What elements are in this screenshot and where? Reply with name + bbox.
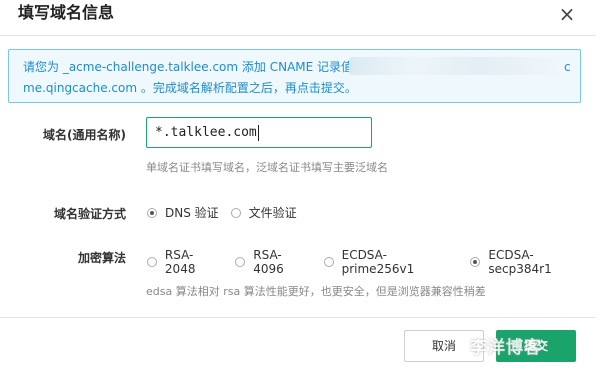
header-divider (0, 35, 596, 36)
algorithm-label: 加密算法 (77, 251, 126, 265)
algorithm-hint: edsa 算法相对 rsa 算法性能更好，也更安全，但是浏览器兼容性稍差 (146, 285, 486, 298)
radio-rsa-2048[interactable]: RSA-2048 (147, 248, 223, 276)
radio-dot-icon (235, 257, 246, 267)
radio-label: DNS 验证 (165, 206, 219, 220)
verify-method-label: 域名验证方式 (53, 207, 126, 221)
radio-label: RSA-2048 (164, 248, 196, 276)
close-icon[interactable]: × (557, 2, 577, 26)
notice-line-2: me.qingcache.com 。完成域名解析配置之后，再点击提交。 (23, 81, 357, 95)
dialog-title: 填写域名信息 (18, 3, 115, 22)
radio-dot-icon (230, 207, 241, 218)
domain-input-value: *.talklee.com (155, 125, 257, 140)
radio-label: RSA-4096 (253, 248, 284, 276)
radio-dot-icon (147, 207, 157, 218)
domain-label: 域名(通用名称) (43, 128, 126, 142)
radio-label: ECDSA-prime256v1 (341, 248, 415, 276)
radio-dns-verify[interactable]: DNS 验证 (147, 204, 219, 221)
radio-dot-icon (323, 257, 334, 267)
radio-file-verify[interactable]: 文件验证 (230, 204, 297, 221)
text-caret (257, 124, 259, 141)
footer-divider (0, 317, 596, 318)
domain-hint: 单域名证书填写域名，泛域名证书填写主要泛域名 (146, 161, 388, 174)
radio-dot-icon (470, 257, 481, 267)
radio-ecdsa-secp384r1[interactable]: ECDSA-secp384r1 (470, 248, 596, 276)
radio-label: 文件验证 (248, 206, 297, 220)
redacted-cname-value (349, 57, 564, 75)
algorithm-group: RSA-2048 RSA-4096 ECDSA-prime256v1 ECDSA… (147, 248, 596, 276)
dialog: 填写域名信息 × 请您为 _acme-challenge.talklee.com… (0, 0, 596, 374)
radio-label: ECDSA-secp384r1 (488, 248, 552, 276)
notice-line-1-tail: c (564, 60, 571, 74)
domain-input[interactable]: *.talklee.com (146, 117, 372, 148)
watermark: 李洋博客 (470, 338, 542, 358)
radio-ecdsa-prime256v1[interactable]: ECDSA-prime256v1 (323, 248, 459, 276)
verify-method-group: DNS 验证 文件验证 (147, 204, 309, 221)
radio-rsa-4096[interactable]: RSA-4096 (235, 248, 311, 276)
radio-dot-icon (147, 257, 157, 267)
cname-notice: 请您为 _acme-challenge.talklee.com 添加 CNAME… (8, 49, 581, 103)
